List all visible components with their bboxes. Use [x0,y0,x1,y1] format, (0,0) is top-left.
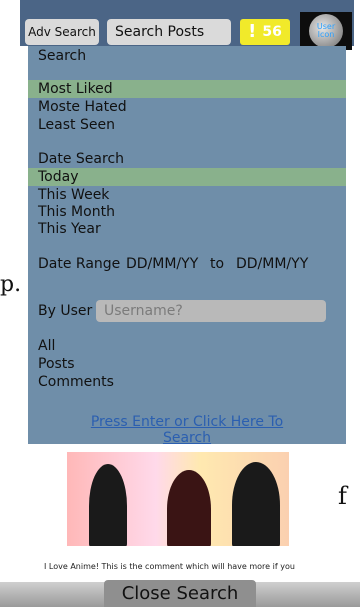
date-option-this-month[interactable]: This Month [28,203,346,221]
type-option-posts[interactable]: Posts [38,356,75,372]
sort-option-least-seen[interactable]: Least Seen [28,116,346,134]
username-input[interactable] [96,300,326,322]
user-icon-label: Icon [317,30,335,39]
date-to-field[interactable]: DD/MM/YY [236,256,308,272]
anime-figure [232,462,280,546]
date-option-this-week[interactable]: This Week [28,186,346,204]
search-heading: Search [38,48,87,64]
adv-search-button[interactable]: Adv Search [25,19,99,45]
date-option-this-year[interactable]: This Year [28,220,346,238]
close-search-button[interactable]: Close Search [104,580,256,607]
post-image [67,452,289,546]
notification-count: 56 [262,24,282,40]
anime-figure [89,464,127,546]
exclamation-icon: ! [248,21,257,42]
by-user-label: By User [38,303,93,319]
background-text-fragment: p. [0,272,22,297]
date-from-field[interactable]: DD/MM/YY [126,256,198,272]
advanced-search-panel: Search Most Liked Moste Hated Least Seen… [28,46,346,451]
sort-option-most-hated[interactable]: Moste Hated [28,98,346,116]
user-icon-button[interactable]: User Icon [300,12,352,50]
moon-avatar-icon: User Icon [309,14,343,48]
date-option-today[interactable]: Today [28,168,346,186]
date-range-label: Date Range [38,256,121,272]
search-posts-button[interactable]: Search Posts [107,19,231,45]
sort-option-most-liked[interactable]: Most Liked [28,80,346,98]
date-range-to-label: to [210,256,225,272]
notification-badge[interactable]: ! 56 [240,19,290,45]
background-text-fragment: f [338,482,347,510]
type-option-comments[interactable]: Comments [38,374,114,390]
type-option-all[interactable]: All [38,338,55,354]
anime-figure [167,470,211,546]
post-text: I Love Anime! This is the comment which … [44,562,295,571]
post-card[interactable]: I Love Anime! This is the comment which … [32,446,328,591]
date-search-heading: Date Search [38,151,125,167]
